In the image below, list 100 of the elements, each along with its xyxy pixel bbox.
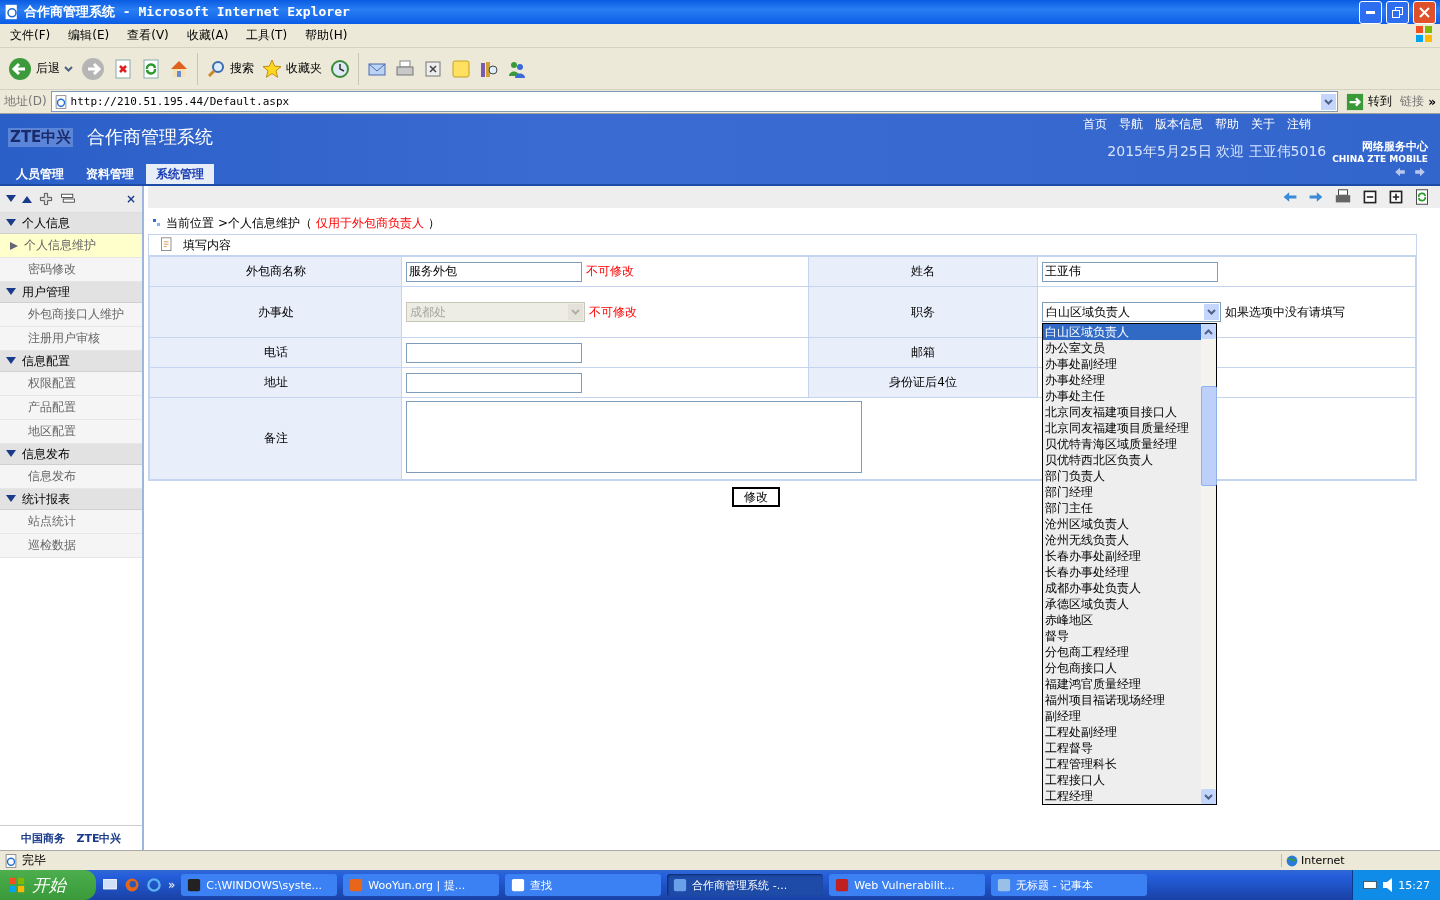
caret-down-icon[interactable] [6, 357, 16, 365]
text-field[interactable] [406, 372, 582, 393]
minus-icon[interactable] [1362, 189, 1378, 205]
taskbar-button[interactable]: 查找 [505, 874, 662, 896]
sidebar-group[interactable]: 信息发布 [0, 444, 142, 465]
caret-down-icon[interactable] [6, 450, 16, 458]
header-link[interactable]: 导航 [1119, 116, 1143, 133]
header-link[interactable]: 帮助 [1215, 116, 1239, 133]
menu-item[interactable]: 查看(V) [127, 27, 169, 44]
menu-item[interactable]: 收藏(A) [186, 27, 229, 44]
desktop-icon[interactable] [102, 877, 118, 893]
scroll-down-button[interactable] [1201, 789, 1216, 804]
dropdown-option[interactable]: 分包商工程经理 [1043, 644, 1201, 660]
text-field[interactable]: 服务外包 [406, 261, 582, 282]
sidebar-group[interactable]: 统计报表 [0, 489, 142, 510]
refresh-icon[interactable] [141, 58, 161, 79]
refresh-icon[interactable] [1414, 188, 1430, 206]
sidebar-group[interactable]: 用户管理 [0, 282, 142, 303]
taskbar-button[interactable]: C:\WINDOWS\syste... [181, 874, 338, 896]
dropdown-option[interactable]: 成都办事处负责人 [1043, 580, 1201, 596]
text-field[interactable]: 王亚伟 [1042, 261, 1218, 282]
nav-tab[interactable]: 人员管理 [6, 164, 74, 184]
menu-item[interactable]: 帮助(H) [305, 27, 348, 44]
more-chevron[interactable]: » [1428, 94, 1436, 109]
caret-down-icon[interactable] [6, 495, 16, 503]
sidebar-item[interactable]: 信息发布 [0, 465, 142, 489]
dropdown-option[interactable]: 分包商接口人 [1043, 660, 1201, 676]
dropdown-option[interactable]: 办事处副经理 [1043, 356, 1201, 372]
header-link[interactable]: 首页 [1083, 116, 1107, 133]
dropdown-option[interactable]: 福建鸿官质量经理 [1043, 676, 1201, 692]
links-label[interactable]: 链接 [1400, 93, 1425, 110]
close-icon[interactable]: × [125, 192, 136, 206]
dropdown-option[interactable]: 工程经理 [1043, 788, 1201, 804]
dropdown-option[interactable]: 北京同友福建项目质量经理 [1043, 420, 1201, 436]
home-icon[interactable] [169, 58, 189, 79]
scroll-up-button[interactable] [1201, 324, 1216, 339]
sidebar-item[interactable]: 个人信息维护 [0, 234, 142, 258]
back-button[interactable]: 后退 [8, 56, 73, 81]
dropdown-option[interactable]: 部门经理 [1043, 484, 1201, 500]
address-field[interactable]: http://210.51.195.44/Default.aspx [50, 91, 1339, 112]
sidebar-item[interactable]: 地区配置 [0, 420, 142, 444]
sidebar-item[interactable]: 站点统计 [0, 510, 142, 534]
dropdown-option[interactable]: 工程督导 [1043, 740, 1201, 756]
dropdown-option[interactable]: 长春办事处经理 [1043, 564, 1201, 580]
sidebar-group[interactable]: 信息配置 [0, 351, 142, 372]
sidebar-item[interactable]: 巡检数据 [0, 534, 142, 558]
collapse-icon[interactable] [22, 195, 32, 203]
search-button[interactable]: 搜索 [206, 58, 254, 79]
dropdown-option[interactable]: 贝优特青海区域质量经理 [1043, 436, 1201, 452]
sidebar-item[interactable]: 密码修改 [0, 258, 142, 282]
dropdown-option[interactable]: 沧州无线负责人 [1043, 532, 1201, 548]
header-link[interactable]: 注销 [1287, 116, 1311, 133]
stop-icon[interactable] [113, 58, 133, 79]
more-chevron[interactable]: » [168, 878, 176, 892]
taskbar-button[interactable]: 合作商管理系统 -... [667, 874, 824, 896]
caret-down-icon[interactable] [6, 219, 16, 227]
dropdown-option[interactable]: 工程管理科长 [1043, 756, 1201, 772]
dropdown-option[interactable]: 部门主任 [1043, 500, 1201, 516]
close-button[interactable] [1413, 0, 1436, 24]
select-field[interactable]: 白山区域负责人 [1042, 302, 1221, 322]
nav-tab[interactable]: 资料管理 [76, 164, 144, 184]
dropdown-option[interactable]: 贝优特西北区负责人 [1043, 452, 1201, 468]
sidebar-item[interactable]: 注册用户审核 [0, 327, 142, 351]
dropdown-option[interactable]: 长春办事处副经理 [1043, 548, 1201, 564]
expand-icon[interactable] [6, 195, 16, 203]
minimize-button[interactable] [1359, 0, 1382, 24]
taskbar-button[interactable]: 无标题 - 记事本 [991, 874, 1148, 896]
plus-icon[interactable] [1388, 189, 1404, 205]
history-icon[interactable] [330, 58, 350, 79]
dropdown-option[interactable]: 沧州区域负责人 [1043, 516, 1201, 532]
sidebar-item[interactable]: 外包商接口人维护 [0, 303, 142, 327]
dropdown-option[interactable]: 北京同友福建项目接口人 [1043, 404, 1201, 420]
dropdown-option[interactable]: 部门负责人 [1043, 468, 1201, 484]
dropdown-option[interactable]: 办事处主任 [1043, 388, 1201, 404]
nav-tab[interactable]: 系统管理 [146, 164, 214, 184]
menu-item[interactable]: 编辑(E) [68, 27, 110, 44]
restore-button[interactable] [1386, 0, 1409, 24]
dropdown-option[interactable]: 副经理 [1043, 708, 1201, 724]
browser-icon[interactable] [124, 877, 140, 893]
taskbar-button[interactable]: Web Vulnerabilit... [829, 874, 986, 896]
submit-button[interactable]: 修改 [732, 487, 780, 507]
header-link[interactable]: 版本信息 [1155, 116, 1203, 133]
header-link[interactable]: 关于 [1251, 116, 1275, 133]
caret-down-icon[interactable] [6, 288, 16, 296]
sidebar-item[interactable]: 权限配置 [0, 372, 142, 396]
dropdown-option[interactable]: 福州项目福诺现场经理 [1043, 692, 1201, 708]
go-button[interactable]: 转到 [1342, 92, 1397, 111]
dropdown-option[interactable]: 工程接口人 [1043, 772, 1201, 788]
taskbar-button[interactable]: WooYun.org | 提... [343, 874, 500, 896]
scroll-thumb[interactable] [1201, 386, 1217, 486]
text-field[interactable] [406, 342, 582, 363]
menu-item[interactable]: 文件(F) [10, 27, 51, 44]
dropdown-option[interactable]: 承德区域负责人 [1043, 596, 1201, 612]
remark-field[interactable] [406, 401, 862, 473]
favorites-button[interactable]: 收藏夹 [262, 58, 322, 79]
browser-icon[interactable] [146, 877, 162, 893]
dropdown-option[interactable]: 赤峰地区 [1043, 612, 1201, 628]
sidebar-group[interactable]: 个人信息 [0, 213, 142, 234]
menu-item[interactable]: 工具(T) [246, 27, 288, 44]
dropdown-option[interactable]: 工程处副经理 [1043, 724, 1201, 740]
